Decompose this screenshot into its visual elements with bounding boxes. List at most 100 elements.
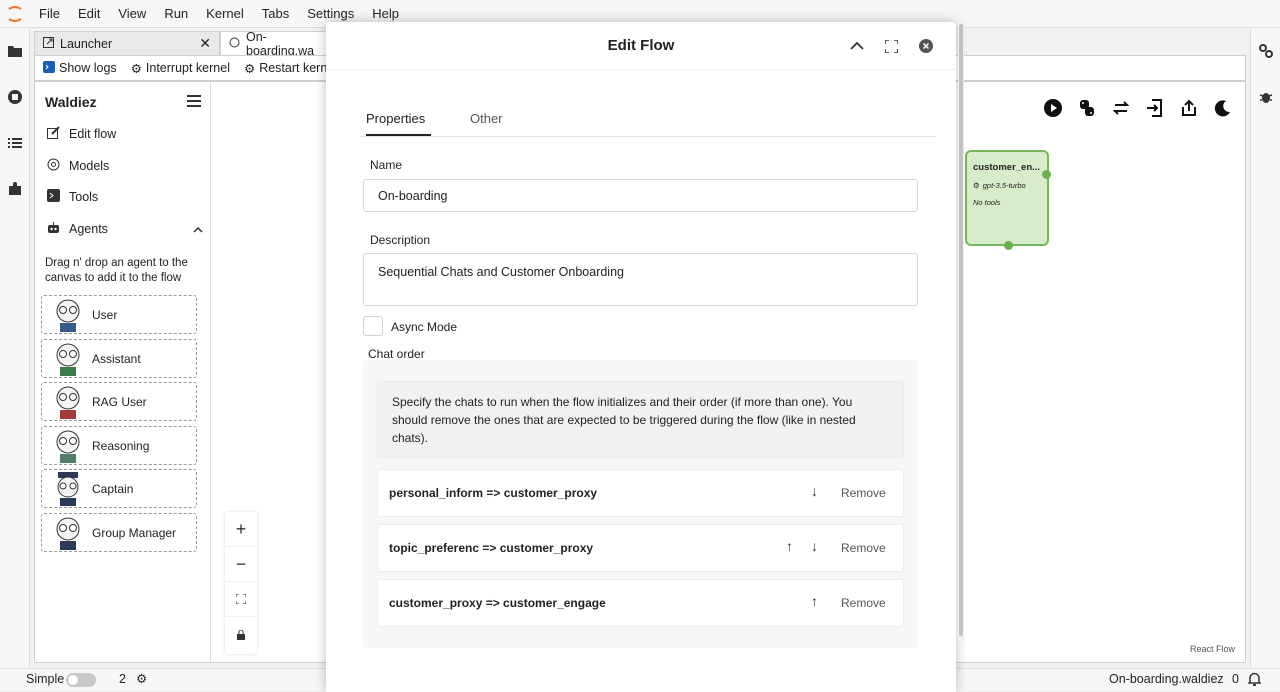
restart-kernel-button[interactable]: ⚙ Restart kernel: [244, 61, 337, 76]
waldiez-sidebar: Waldiez Edit flow Models Tools Agents Dr…: [35, 82, 211, 662]
chat-name: customer_proxy => customer_engage: [389, 596, 606, 610]
node-title: customer_en...: [973, 162, 1041, 173]
lock-button[interactable]: [225, 617, 257, 652]
tab-launcher[interactable]: Launcher ✕: [34, 31, 220, 55]
agent-captain[interactable]: Captain: [41, 469, 197, 508]
show-logs-button[interactable]: Show logs: [43, 60, 117, 76]
agents-hint: Drag n' drop an agent to the canvas to a…: [45, 257, 188, 284]
chat-order-help: Specify the chats to run when the flow i…: [377, 381, 904, 458]
description-field[interactable]: Sequential Chats and Customer Onboarding: [363, 253, 918, 306]
waldiez-icon: [229, 37, 240, 51]
folder-icon[interactable]: [0, 28, 30, 74]
menu-view[interactable]: View: [109, 0, 155, 28]
edit-flow-modal: Edit Flow Properties Other Name On-board…: [326, 22, 956, 692]
debugger-icon[interactable]: [1251, 74, 1280, 120]
chat-order-panel: Specify the chats to run when the flow i…: [363, 360, 918, 648]
node-model: ⚙ gpt-3.5-turbo: [973, 181, 1026, 190]
import-icon[interactable]: [1145, 98, 1165, 118]
arrow-up-icon[interactable]: ↑: [786, 538, 793, 554]
notification-count: 0: [1232, 672, 1239, 686]
extension-icon[interactable]: [0, 166, 30, 212]
sidebar-item-agents[interactable]: Agents: [47, 221, 203, 237]
chevron-up-icon[interactable]: [193, 222, 203, 236]
canvas-toolbar: [1043, 98, 1233, 118]
chat-name: personal_inform => customer_proxy: [389, 486, 598, 500]
menu-kernel[interactable]: Kernel: [197, 0, 253, 28]
arrow-down-icon[interactable]: ↓: [811, 538, 818, 554]
menu-file[interactable]: File: [30, 0, 69, 28]
model-icon: [47, 158, 60, 174]
agent-user[interactable]: User: [41, 295, 197, 334]
name-label: Name: [370, 158, 403, 172]
run-icon[interactable]: [1043, 98, 1063, 118]
chat-order-label: Chat order: [368, 347, 425, 361]
async-mode-checkbox[interactable]: [363, 316, 383, 336]
sidebar-item-tools[interactable]: Tools: [47, 189, 98, 205]
simple-mode-label: Simple: [26, 672, 65, 686]
chat-order-row: topic_preferenc => customer_proxy ↑ ↓ Re…: [377, 524, 904, 572]
node-handle-right[interactable]: [1042, 170, 1051, 179]
menu-tabs[interactable]: Tabs: [253, 0, 298, 28]
python-icon[interactable]: [1077, 98, 1097, 118]
right-activity-bar: [1250, 28, 1280, 668]
sidebar-item-edit-flow[interactable]: Edit flow: [47, 126, 116, 142]
remove-button[interactable]: Remove: [841, 486, 886, 500]
simple-mode-toggle[interactable]: [66, 673, 96, 687]
bell-icon[interactable]: [1247, 672, 1262, 689]
agent-assistant[interactable]: Assistant: [41, 339, 197, 378]
menu-run[interactable]: Run: [155, 0, 197, 28]
node-handle-bottom[interactable]: [1004, 241, 1013, 250]
sidebar-title: Waldiez: [45, 94, 97, 110]
interrupt-kernel-button[interactable]: ⚙ Interrupt kernel: [131, 61, 230, 76]
captain-agent-avatar: [57, 471, 79, 506]
chevron-up-icon[interactable]: [847, 36, 867, 56]
convert-icon[interactable]: [1111, 98, 1131, 118]
name-field[interactable]: On-boarding: [363, 179, 918, 212]
agent-rag-user[interactable]: RAG User: [41, 382, 197, 421]
menu-edit[interactable]: Edit: [69, 0, 109, 28]
tab-other[interactable]: Other: [470, 111, 503, 126]
close-icon[interactable]: ✕: [199, 35, 211, 52]
dark-mode-icon[interactable]: [1213, 98, 1233, 118]
agent-node-customer-engage[interactable]: customer_en... ⚙ gpt-3.5-turbo No tools: [965, 150, 1049, 246]
tab-onboarding[interactable]: On-boarding.wa: [220, 29, 340, 58]
async-mode-label: Async Mode: [391, 320, 458, 334]
sidebar-item-models[interactable]: Models: [47, 158, 109, 174]
modal-scrollbar[interactable]: [958, 22, 964, 642]
running-icon[interactable]: [0, 74, 30, 120]
chat-order-row: personal_inform => customer_proxy ↓ Remo…: [377, 469, 904, 517]
fit-view-button[interactable]: [225, 582, 257, 617]
remove-button[interactable]: Remove: [841, 596, 886, 610]
group-manager-agent-avatar: [56, 517, 80, 550]
model-icon: ⚙: [973, 181, 980, 190]
modal-title: Edit Flow: [607, 37, 675, 54]
react-flow-attribution: React Flow: [1189, 644, 1235, 654]
toc-icon[interactable]: [0, 120, 30, 166]
status-filename: On-boarding.waldiez: [1109, 672, 1224, 686]
modal-header: Edit Flow: [326, 22, 956, 70]
arrow-down-icon[interactable]: ↓: [811, 483, 818, 499]
tab-launcher-label: Launcher: [60, 36, 113, 51]
share-icon[interactable]: [1179, 98, 1199, 118]
arrow-up-icon[interactable]: ↑: [811, 593, 818, 609]
tab-properties[interactable]: Properties: [366, 111, 432, 136]
property-inspector-icon[interactable]: [1251, 28, 1280, 74]
kernel-count: 2: [119, 672, 126, 686]
hamburger-menu-icon[interactable]: [187, 94, 201, 112]
zoom-in-button[interactable]: +: [225, 512, 257, 547]
agent-group-manager[interactable]: Group Manager: [41, 513, 197, 552]
terminal-icon: [47, 189, 60, 205]
chat-name: topic_preferenc => customer_proxy: [389, 541, 594, 555]
assistant-agent-avatar: [56, 343, 80, 376]
agent-reasoning[interactable]: Reasoning: [41, 426, 197, 465]
tab-onboarding-label: On-boarding.wa: [246, 29, 315, 58]
scrollbar-thumb[interactable]: [959, 24, 963, 636]
close-icon[interactable]: [916, 36, 936, 56]
canvas-controls: + −: [225, 512, 257, 654]
zoom-out-button[interactable]: −: [225, 547, 257, 582]
remove-button[interactable]: Remove: [841, 541, 886, 555]
robot-icon: [47, 221, 60, 237]
fullscreen-icon[interactable]: [881, 36, 901, 56]
gear-icon[interactable]: ⚙: [136, 671, 147, 686]
launcher-icon: [43, 36, 54, 51]
